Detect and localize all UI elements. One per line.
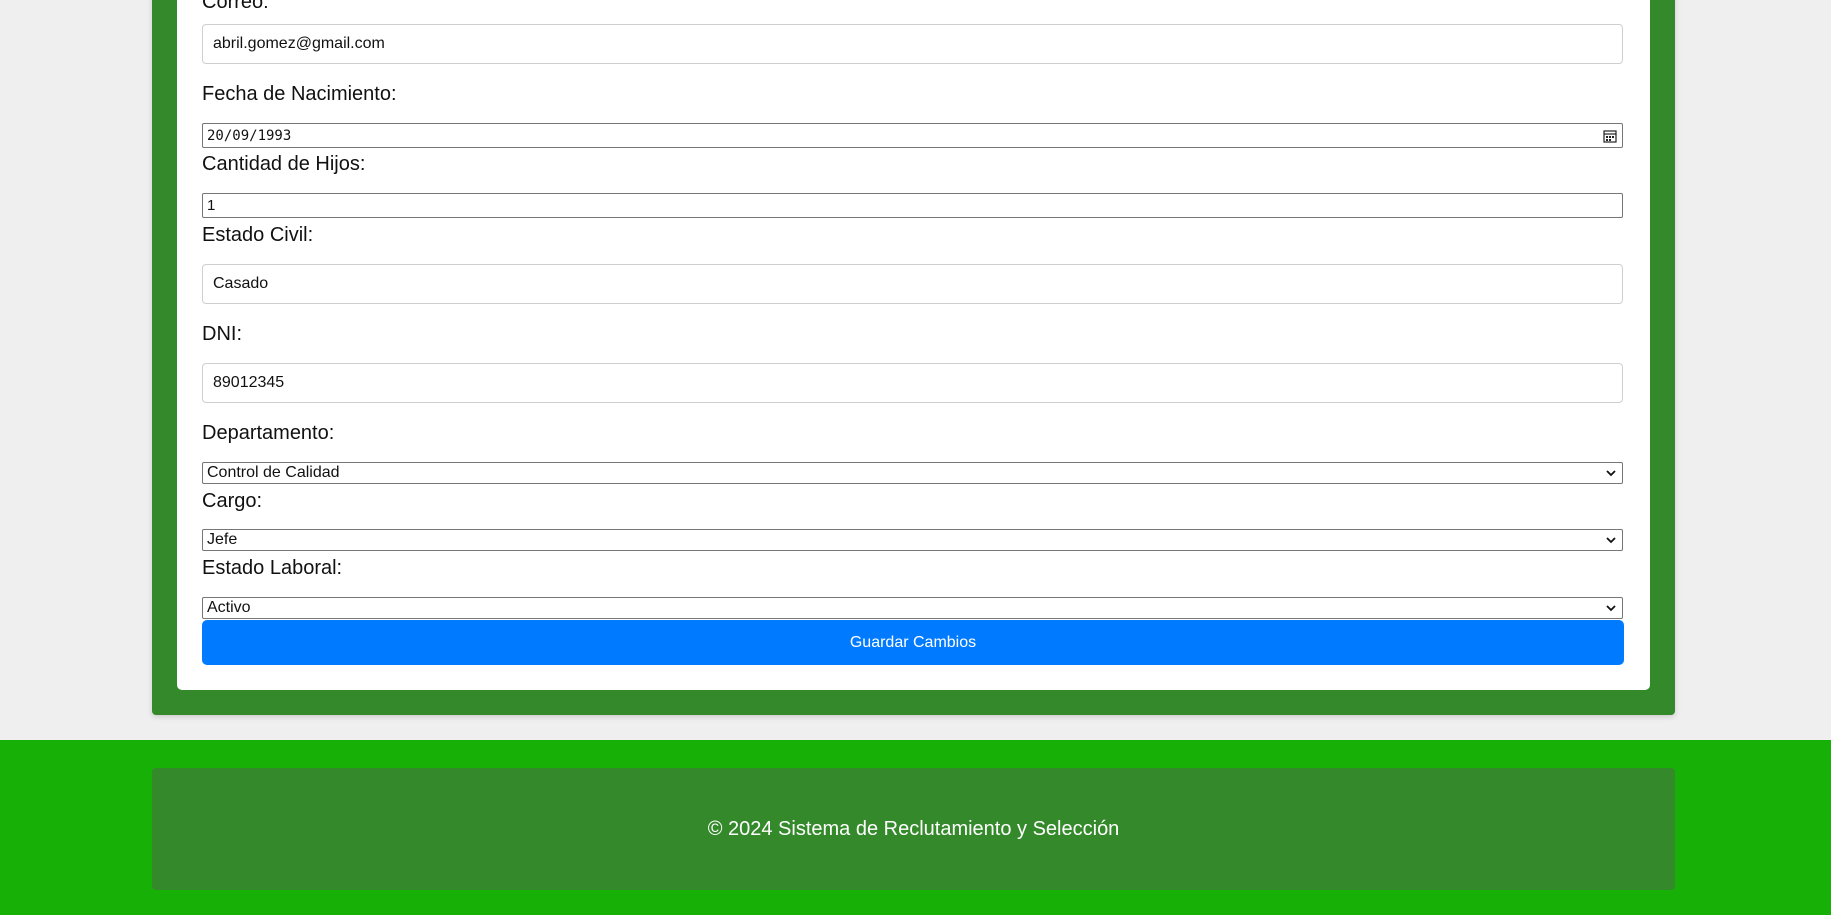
- page: Correo: abril.gomez@gmail.com Fecha de N…: [0, 0, 1831, 915]
- footer: © 2024 Sistema de Reclutamiento y Selecc…: [0, 740, 1831, 915]
- chevron-down-icon: [1606, 470, 1616, 477]
- footer-copyright: © 2024 Sistema de Reclutamiento y Selecc…: [707, 817, 1120, 840]
- estado-laboral-select[interactable]: Activo: [202, 597, 1623, 619]
- departamento-value: Control de Calidad: [207, 464, 340, 481]
- cantidad-hijos-input[interactable]: 1: [202, 193, 1623, 218]
- dni-value: 89012345: [213, 374, 285, 391]
- edit-form-card: [177, 0, 1650, 690]
- estado-laboral-value: Activo: [207, 599, 251, 616]
- estado-civil-value: Casado: [213, 275, 269, 292]
- chevron-down-icon: [1606, 605, 1616, 612]
- correo-value: abril.gomez@gmail.com: [213, 35, 385, 52]
- correo-label: Correo:: [202, 0, 269, 13]
- estado-civil-label: Estado Civil:: [202, 224, 314, 246]
- cantidad-hijos-label: Cantidad de Hijos:: [202, 153, 366, 175]
- fecha-nacimiento-value: 20/09/1993: [207, 127, 292, 144]
- cargo-label: Cargo:: [202, 490, 263, 512]
- estado-civil-input[interactable]: Casado: [202, 264, 1623, 304]
- dni-input[interactable]: 89012345: [202, 363, 1623, 403]
- cargo-value: Jefe: [207, 531, 238, 548]
- departamento-label: Departamento:: [202, 422, 335, 444]
- fecha-nacimiento-label: Fecha de Nacimiento:: [202, 83, 397, 105]
- cantidad-hijos-value: 1: [207, 197, 216, 214]
- guardar-cambios-button[interactable]: Guardar Cambios: [202, 620, 1624, 665]
- dni-label: DNI:: [202, 323, 242, 345]
- calendar-icon[interactable]: [1603, 129, 1617, 143]
- chevron-down-icon: [1606, 537, 1616, 544]
- estado-laboral-label: Estado Laboral:: [202, 557, 343, 579]
- correo-input[interactable]: abril.gomez@gmail.com: [202, 24, 1623, 64]
- footer-panel: © 2024 Sistema de Reclutamiento y Selecc…: [152, 768, 1675, 890]
- cargo-select[interactable]: Jefe: [202, 529, 1623, 551]
- fecha-nacimiento-input[interactable]: 20/09/1993: [202, 123, 1623, 148]
- departamento-select[interactable]: Control de Calidad: [202, 462, 1623, 484]
